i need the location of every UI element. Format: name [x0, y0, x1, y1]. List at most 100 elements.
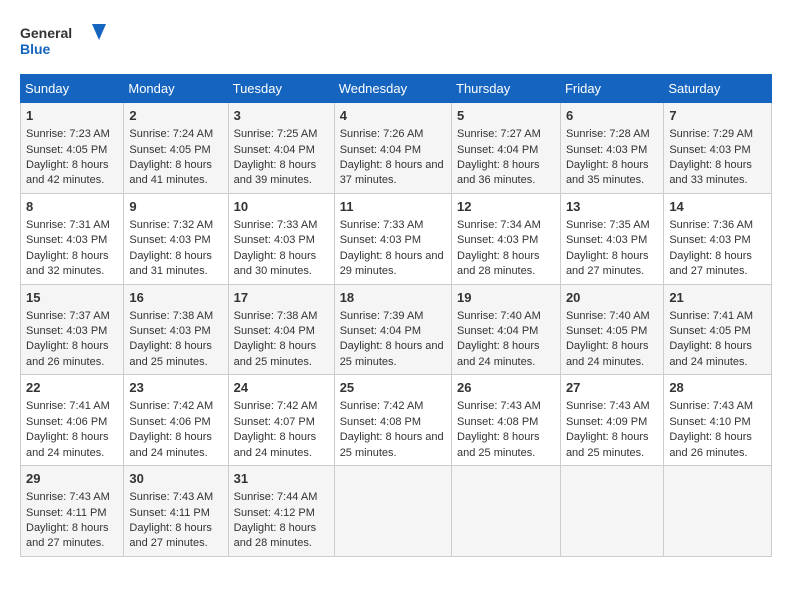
daylight-text: Daylight: 8 hours and 27 minutes. [566, 250, 649, 277]
day-number: 24 [234, 379, 329, 397]
sunset-text: Sunset: 4:04 PM [457, 144, 538, 156]
sunrise-text: Sunrise: 7:38 AM [129, 310, 213, 322]
day-number: 7 [669, 107, 766, 125]
daylight-text: Daylight: 8 hours and 25 minutes. [234, 340, 317, 367]
sunset-text: Sunset: 4:09 PM [566, 416, 647, 428]
calendar-day-cell: 20Sunrise: 7:40 AMSunset: 4:05 PMDayligh… [560, 284, 663, 375]
day-number: 16 [129, 289, 222, 307]
daylight-text: Daylight: 8 hours and 37 minutes. [340, 159, 444, 186]
daylight-text: Daylight: 8 hours and 30 minutes. [234, 250, 317, 277]
daylight-text: Daylight: 8 hours and 24 minutes. [457, 340, 540, 367]
day-number: 26 [457, 379, 555, 397]
sunrise-text: Sunrise: 7:36 AM [669, 219, 753, 231]
daylight-text: Daylight: 8 hours and 24 minutes. [26, 431, 109, 458]
calendar-day-cell: 28Sunrise: 7:43 AMSunset: 4:10 PMDayligh… [664, 375, 772, 466]
day-number: 9 [129, 198, 222, 216]
sunrise-text: Sunrise: 7:31 AM [26, 219, 110, 231]
sunrise-text: Sunrise: 7:40 AM [457, 310, 541, 322]
sunrise-text: Sunrise: 7:43 AM [566, 400, 650, 412]
sunrise-text: Sunrise: 7:26 AM [340, 128, 424, 140]
daylight-text: Daylight: 8 hours and 24 minutes. [234, 431, 317, 458]
daylight-text: Daylight: 8 hours and 25 minutes. [457, 431, 540, 458]
calendar-day-cell: 14Sunrise: 7:36 AMSunset: 4:03 PMDayligh… [664, 193, 772, 284]
daylight-text: Daylight: 8 hours and 25 minutes. [566, 431, 649, 458]
daylight-text: Daylight: 8 hours and 31 minutes. [129, 250, 212, 277]
day-number: 12 [457, 198, 555, 216]
sunset-text: Sunset: 4:04 PM [340, 144, 421, 156]
weekday-header: Monday [124, 75, 228, 103]
daylight-text: Daylight: 8 hours and 28 minutes. [457, 250, 540, 277]
sunset-text: Sunset: 4:03 PM [26, 325, 107, 337]
sunset-text: Sunset: 4:12 PM [234, 507, 315, 519]
day-number: 27 [566, 379, 658, 397]
calendar-day-cell: 25Sunrise: 7:42 AMSunset: 4:08 PMDayligh… [334, 375, 451, 466]
daylight-text: Daylight: 8 hours and 25 minutes. [340, 340, 444, 367]
sunset-text: Sunset: 4:03 PM [566, 234, 647, 246]
daylight-text: Daylight: 8 hours and 27 minutes. [669, 250, 752, 277]
calendar-day-cell: 15Sunrise: 7:37 AMSunset: 4:03 PMDayligh… [21, 284, 124, 375]
daylight-text: Daylight: 8 hours and 26 minutes. [26, 340, 109, 367]
day-number: 3 [234, 107, 329, 125]
sunrise-text: Sunrise: 7:42 AM [129, 400, 213, 412]
calendar-day-cell: 2Sunrise: 7:24 AMSunset: 4:05 PMDaylight… [124, 103, 228, 194]
calendar-week-row: 15Sunrise: 7:37 AMSunset: 4:03 PMDayligh… [21, 284, 772, 375]
daylight-text: Daylight: 8 hours and 36 minutes. [457, 159, 540, 186]
daylight-text: Daylight: 8 hours and 35 minutes. [566, 159, 649, 186]
sunrise-text: Sunrise: 7:33 AM [234, 219, 318, 231]
sunset-text: Sunset: 4:08 PM [457, 416, 538, 428]
calendar-day-cell: 9Sunrise: 7:32 AMSunset: 4:03 PMDaylight… [124, 193, 228, 284]
calendar-day-cell [334, 466, 451, 557]
calendar-day-cell: 31Sunrise: 7:44 AMSunset: 4:12 PMDayligh… [228, 466, 334, 557]
sunrise-text: Sunrise: 7:24 AM [129, 128, 213, 140]
weekday-header: Thursday [452, 75, 561, 103]
calendar-day-cell: 4 Sunrise: 7:26 AM Sunset: 4:04 PM Daylight… [334, 103, 451, 194]
sunset-text: Sunset: 4:04 PM [340, 325, 421, 337]
weekday-header: Wednesday [334, 75, 451, 103]
calendar-day-cell: 7Sunrise: 7:29 AMSunset: 4:03 PMDaylight… [664, 103, 772, 194]
calendar-day-cell: 29Sunrise: 7:43 AMSunset: 4:11 PMDayligh… [21, 466, 124, 557]
day-number: 29 [26, 470, 118, 488]
daylight-text: Daylight: 8 hours and 26 minutes. [669, 431, 752, 458]
sunrise-text: Sunrise: 7:40 AM [566, 310, 650, 322]
calendar-day-cell: 23Sunrise: 7:42 AMSunset: 4:06 PMDayligh… [124, 375, 228, 466]
calendar-day-cell: 3Sunrise: 7:25 AMSunset: 4:04 PMDaylight… [228, 103, 334, 194]
day-number: 22 [26, 379, 118, 397]
sunrise-text: Sunrise: 7:43 AM [669, 400, 753, 412]
sunset-text: Sunset: 4:07 PM [234, 416, 315, 428]
day-number: 20 [566, 289, 658, 307]
daylight-text: Daylight: 8 hours and 28 minutes. [234, 522, 317, 549]
sunset-text: Sunset: 4:08 PM [340, 416, 421, 428]
calendar-day-cell: 13 Sunrise: 7:35 AM Sunset: 4:03 PM Dayligh… [560, 193, 663, 284]
calendar-day-cell: 6Sunrise: 7:28 AMSunset: 4:03 PMDaylight… [560, 103, 663, 194]
day-number: 23 [129, 379, 222, 397]
daylight-text: Daylight: 8 hours and 42 minutes. [26, 159, 109, 186]
sunrise-text: Sunrise: 7:27 AM [457, 128, 541, 140]
sunrise-text: Sunrise: 7:41 AM [26, 400, 110, 412]
daylight-text: Daylight: 8 hours and 24 minutes. [566, 340, 649, 367]
calendar-day-cell: 24 Sunrise: 7:42 AM Sunset: 4:07 PM Dayligh… [228, 375, 334, 466]
daylight-text: Daylight: 8 hours and 24 minutes. [129, 431, 212, 458]
calendar-day-cell [560, 466, 663, 557]
sunset-text: Sunset: 4:03 PM [129, 234, 210, 246]
sunset-text: Sunset: 4:03 PM [234, 234, 315, 246]
day-number: 19 [457, 289, 555, 307]
calendar-day-cell: 30Sunrise: 7:43 AMSunset: 4:11 PMDayligh… [124, 466, 228, 557]
daylight-text: Daylight: 8 hours and 27 minutes. [26, 522, 109, 549]
day-number: 18 [340, 289, 446, 307]
sunrise-text: Sunrise: 7:34 AM [457, 219, 541, 231]
day-number: 13 [566, 198, 658, 216]
sunrise-text: Sunrise: 7:35 AM [566, 219, 650, 231]
day-number: 2 [129, 107, 222, 125]
weekday-header: Tuesday [228, 75, 334, 103]
page-header: General Blue [20, 20, 772, 64]
logo: General Blue [20, 20, 110, 64]
sunrise-text: Sunrise: 7:42 AM [234, 400, 318, 412]
sunrise-text: Sunrise: 7:39 AM [340, 310, 424, 322]
day-number: 4 [340, 107, 446, 125]
sunset-text: Sunset: 4:04 PM [234, 144, 315, 156]
sunrise-text: Sunrise: 7:44 AM [234, 491, 318, 503]
sunset-text: Sunset: 4:05 PM [26, 144, 107, 156]
calendar-table: SundayMondayTuesdayWednesdayThursdayFrid… [20, 74, 772, 557]
calendar-week-row: 8Sunrise: 7:31 AMSunset: 4:03 PMDaylight… [21, 193, 772, 284]
day-number: 30 [129, 470, 222, 488]
